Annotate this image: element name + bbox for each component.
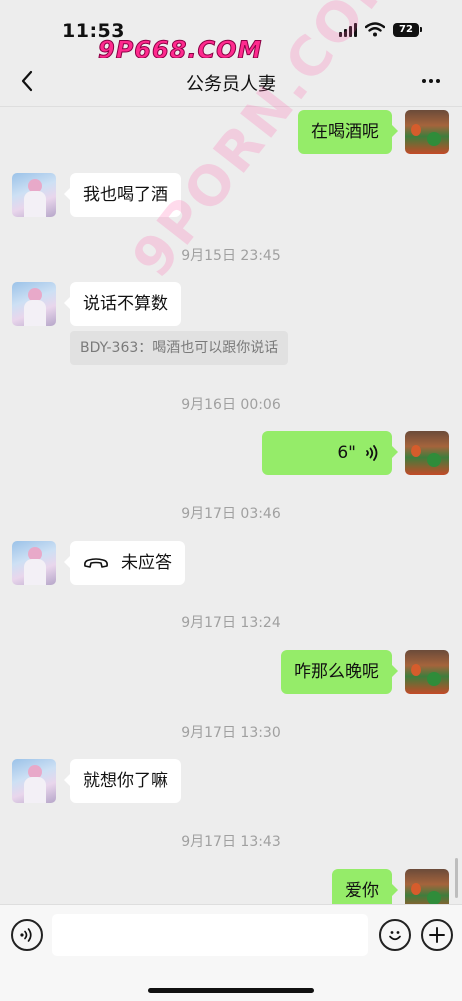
more-button[interactable] — [416, 66, 446, 96]
contact-avatar[interactable] — [12, 759, 56, 803]
home-indicator[interactable] — [148, 988, 314, 993]
message-timestamp: 9月17日 03:46 — [181, 506, 281, 522]
battery-icon: 72 — [393, 22, 422, 37]
my-avatar[interactable] — [405, 110, 449, 154]
message-timestamp: 9月17日 13:24 — [181, 615, 281, 631]
my-avatar[interactable] — [405, 650, 449, 694]
my-avatar[interactable] — [405, 431, 449, 475]
message-bubble-in[interactable]: 就想你了嘛 — [64, 759, 181, 803]
nav-bar: 公务员人妻 — [0, 58, 462, 107]
input-bar — [0, 904, 462, 1001]
contact-avatar[interactable] — [12, 282, 56, 326]
scrollbar[interactable] — [455, 858, 458, 898]
message-timestamp: 9月17日 13:30 — [181, 725, 281, 741]
contact-avatar[interactable] — [12, 541, 56, 585]
message-input[interactable] — [52, 914, 368, 956]
message-bubble-in[interactable]: 说话不算数 — [64, 282, 181, 326]
phone-icon — [84, 558, 108, 568]
quoted-reply[interactable]: BDY-363：喝酒也可以跟你说话 — [70, 331, 289, 365]
emoji-button[interactable] — [379, 919, 411, 951]
message-bubble-in[interactable]: 我也喝了酒 — [64, 173, 181, 217]
contact-avatar[interactable] — [12, 173, 56, 217]
plus-button[interactable] — [421, 919, 453, 951]
cellular-signal-icon — [339, 22, 357, 37]
message-timestamp: 9月15日 23:45 — [181, 248, 281, 264]
message-timestamp: 9月17日 13:43 — [181, 834, 281, 850]
plus-icon — [429, 927, 445, 943]
voice-wave-icon — [366, 445, 378, 461]
emoji-icon — [389, 931, 401, 941]
missed-call-bubble[interactable]: 未应答 — [64, 541, 185, 585]
message-timestamp: 9月16日 00:06 — [181, 397, 281, 413]
more-dots-icon — [422, 79, 426, 83]
message-bubble-out[interactable]: 在喝酒呢 — [298, 110, 398, 154]
call-status: 未应答 — [121, 553, 172, 573]
message-bubble-out[interactable]: 咋那么晚呢 — [281, 650, 398, 694]
voice-input-button[interactable] — [11, 919, 43, 951]
battery-level: 72 — [393, 22, 419, 37]
voice-input-icon — [20, 928, 32, 942]
status-icons: 72 — [339, 22, 422, 37]
chat-title: 公务员人妻 — [186, 74, 276, 95]
wifi-icon — [365, 22, 385, 37]
voice-message-bubble[interactable]: 6" — [262, 431, 398, 475]
voice-duration: 6" — [337, 443, 356, 463]
